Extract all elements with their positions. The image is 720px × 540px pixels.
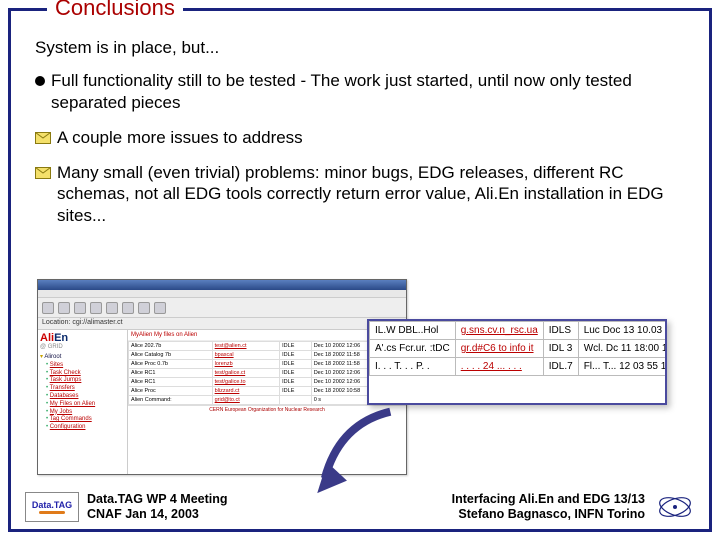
- footer-left-line1: Data.TAG WP 4 Meeting: [87, 492, 228, 507]
- table-row: Alice Procblizzard.ctIDLEDec 18 2002 10:…: [129, 387, 406, 396]
- footer-right-line2: Stefano Bagnasco, INFN Torino: [452, 507, 645, 522]
- data-table: Alice 202.7btest@alien.ctIDLEDec 10 2002…: [128, 341, 406, 405]
- tree-leaf: Databases: [46, 393, 125, 401]
- footer-right-line1: Interfacing Ali.En and EDG 13/13: [452, 492, 645, 507]
- table-row: Alien Command: grid@to.ct0 s: [129, 396, 406, 405]
- slide-frame: Conclusions System is in place, but... F…: [8, 8, 712, 532]
- breadcrumb: MyAlien My files on Alien: [128, 330, 406, 341]
- bullet-1-text: Full functionality still to be tested - …: [51, 70, 685, 113]
- tree-leaf: Task Jumps: [46, 377, 125, 385]
- toolbar-button: [42, 302, 54, 314]
- table-row: IL.W DBL..Holg.sns.cv.n_rsc.uaIDLSLuc Do…: [370, 322, 668, 340]
- toolbar-button: [90, 302, 102, 314]
- table-row: A'.cs Fcr.ur. :tDCgr.d#C6 to info itIDL …: [370, 340, 668, 358]
- toolbar-button: [154, 302, 166, 314]
- figure-area: Location: cgi://alimaster.ct AliEn @ GRI…: [37, 279, 667, 479]
- alien-logo: AliEn: [40, 332, 125, 344]
- toolbar-button: [58, 302, 70, 314]
- toolbar-button: [74, 302, 86, 314]
- footer-right: Interfacing Ali.En and EDG 13/13 Stefano…: [452, 492, 695, 522]
- infn-logo: [655, 493, 695, 521]
- toolbar-button: [122, 302, 134, 314]
- browser-toolbar: [38, 298, 406, 318]
- slide-content: System is in place, but... Full function…: [11, 11, 709, 226]
- browser-footer: CERN European Organization for Nuclear R…: [128, 405, 406, 414]
- bullet-1: Full functionality still to be tested - …: [35, 70, 685, 113]
- footer-left: Data.TAG Data.TAG WP 4 Meeting CNAF Jan …: [25, 492, 228, 522]
- dot-icon: [35, 76, 45, 86]
- grid-tag: @ GRID: [40, 344, 125, 350]
- browser-location: Location: cgi://alimaster.ct: [38, 318, 406, 330]
- tree-node: Aliroot: [40, 354, 125, 362]
- callout-table: IL.W DBL..Holg.sns.cv.n_rsc.uaIDLSLuc Do…: [369, 321, 667, 376]
- bullet-2-text: A couple more issues to address: [57, 127, 303, 148]
- table-row: Alice Proc 0.7blorenzbIDLEDec 18 2002 11…: [129, 360, 406, 369]
- data-table-body: Alice 202.7btest@alien.ctIDLEDec 10 2002…: [129, 342, 406, 405]
- browser-titlebar: [38, 280, 406, 290]
- bullet-2: A couple more issues to address: [35, 127, 685, 148]
- title-cutout: Conclusions: [47, 0, 183, 21]
- tree-leaf: My Files on Alien: [46, 401, 125, 409]
- sidebar-tree: Aliroot Sites Task Check Task Jumps Tran…: [40, 354, 125, 432]
- tree-leaf: Task Check: [46, 370, 125, 378]
- envelope-icon: [35, 167, 51, 179]
- browser-sidebar: AliEn @ GRID Aliroot Sites Task Check Ta…: [38, 330, 128, 474]
- slide-title: Conclusions: [55, 0, 175, 20]
- tree-leaf: Sites: [46, 362, 125, 370]
- table-row: Alice RC1test/galice.toIDLEDec 10 2002 1…: [129, 378, 406, 387]
- table-row: Alice RC1test/galice.ctIDLEDec 10 2002 1…: [129, 369, 406, 378]
- callout-panel: IL.W DBL..Holg.sns.cv.n_rsc.uaIDLSLuc Do…: [367, 319, 667, 405]
- slide-footer: Data.TAG Data.TAG WP 4 Meeting CNAF Jan …: [11, 485, 709, 529]
- tree-leaf: Transfers: [46, 385, 125, 393]
- tree-leaf: Configuration: [46, 424, 125, 432]
- bullet-3-text: Many small (even trivial) problems: mino…: [57, 162, 685, 226]
- toolbar-button: [106, 302, 118, 314]
- tree-leaf: My Jobs: [46, 409, 125, 417]
- tree-leaf: Tag Commands: [46, 416, 125, 424]
- lead-text: System is in place, but...: [35, 37, 685, 58]
- bullet-3: Many small (even trivial) problems: mino…: [35, 162, 685, 226]
- table-row: Alice Catalog 7bbpascalIDLEDec 18 2002 1…: [129, 351, 406, 360]
- toolbar-button: [138, 302, 150, 314]
- browser-menubar: [38, 290, 406, 298]
- table-row: I. . . T. . . P. .. . . . 24 ... . . .ID…: [370, 358, 668, 376]
- table-row: Alice 202.7btest@alien.ctIDLEDec 10 2002…: [129, 342, 406, 351]
- footer-left-text: Data.TAG WP 4 Meeting CNAF Jan 14, 2003: [87, 492, 228, 522]
- footer-left-line2: CNAF Jan 14, 2003: [87, 507, 228, 522]
- datatag-logo: Data.TAG: [25, 492, 79, 522]
- footer-right-text: Interfacing Ali.En and EDG 13/13 Stefano…: [452, 492, 645, 522]
- envelope-icon: [35, 132, 51, 144]
